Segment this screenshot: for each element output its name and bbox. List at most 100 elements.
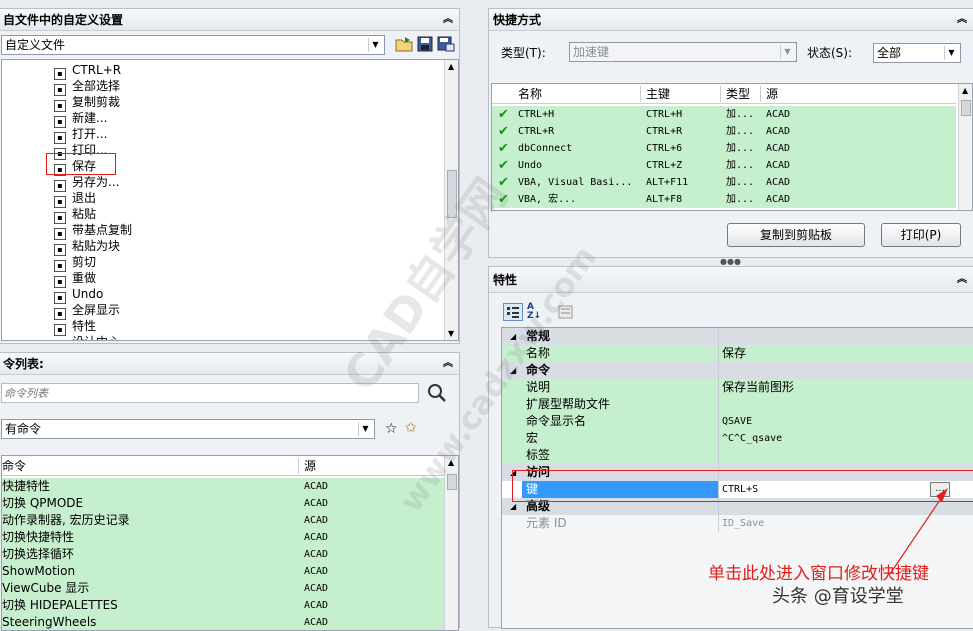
find-command-icon[interactable]: ☆ (385, 421, 403, 437)
scroll-thumb[interactable] (447, 474, 457, 490)
scroll-up-icon[interactable]: ▲ (962, 86, 968, 95)
command-source: ACAD (304, 498, 329, 509)
new-command-icon[interactable]: ✩ (405, 419, 423, 437)
tree-item[interactable]: ▪ 剪切 (54, 254, 96, 272)
command-filter-combo[interactable]: 有命令 ▼ (1, 419, 375, 439)
scroll-thumb[interactable] (961, 100, 971, 116)
state-combo[interactable]: 全部 ▼ (873, 43, 961, 63)
prop-description-label: 说明 (526, 380, 551, 394)
vertical-splitter[interactable] (462, 0, 488, 624)
type-combo-value: 加速键 (573, 45, 610, 59)
search-input[interactable] (2, 384, 418, 402)
prop-extended-help-label: 扩展型帮助文件 (526, 397, 611, 411)
search-field[interactable] (1, 383, 419, 403)
prop-row-description[interactable]: 说明 保存当前图形 (502, 379, 973, 396)
tree-scrollbar[interactable]: ▲ ▼ (444, 60, 458, 340)
tree-item[interactable]: ▪ 设计中心 (54, 334, 120, 340)
tree-item[interactable]: ▪ CTRL+R (54, 62, 121, 80)
shortcut-row[interactable]: ✔ CTRL+H CTRL+H 加... ACAD (492, 106, 956, 123)
col-name-header[interactable]: 名称 (518, 84, 542, 104)
chevron-down-icon[interactable]: ▼ (944, 46, 958, 60)
command-row[interactable]: SteeringWheels ACAD (2, 614, 444, 630)
prop-row-name[interactable]: 名称 保存 (502, 345, 973, 362)
command-table-header: 命令 源 (2, 456, 444, 476)
tree-item[interactable]: ▪ Undo (54, 286, 103, 304)
save-as-icon[interactable] (437, 36, 455, 52)
tree-item[interactable]: ▪ 带基点复制 (54, 222, 132, 240)
col-key-header[interactable]: 主键 (646, 84, 670, 104)
col-source-header[interactable]: 源 (766, 84, 778, 104)
tree-item-label: 全部选择 (72, 79, 121, 93)
shortcut-row[interactable]: ✔ VBA, 宏... ALT+F8 加... ACAD (492, 191, 956, 208)
shortcut-row[interactable]: ✔ Undo CTRL+Z 加... ACAD (492, 157, 956, 174)
tree-item[interactable]: ▪ 全部选择 (54, 78, 121, 96)
shortcuts-scrollbar[interactable]: ▲ (958, 84, 972, 210)
tree-item[interactable]: ▪ 新建... (54, 110, 107, 128)
customizations-title: 自文件中的自定义设置 (0, 9, 459, 31)
tree-item[interactable]: ▪ 退出 (54, 190, 96, 208)
horizontal-splitter[interactable]: ●●● (720, 258, 744, 266)
prop-macro-value: ^C^C_qsave (722, 433, 783, 444)
command-row[interactable]: 切换选择循环 ACAD (2, 546, 444, 563)
scroll-up-icon[interactable]: ▲ (448, 458, 454, 467)
open-file-icon[interactable] (395, 36, 413, 52)
shortcut-row[interactable]: ✔ CTRL+R CTRL+R 加... ACAD (492, 123, 956, 140)
type-combo[interactable]: 加速键 ▼ (569, 42, 797, 62)
check-icon: ✔ (498, 158, 509, 173)
customization-file-combo[interactable]: 自定义文件 ▼ (1, 35, 385, 55)
command-scrollbar[interactable]: ▲ (444, 456, 458, 630)
prop-macro-label: 宏 (526, 431, 539, 445)
prop-row-tags[interactable]: 标签 (502, 447, 973, 464)
annotation-text: 单击此处进入窗口修改快捷键 (708, 564, 929, 584)
scroll-thumb[interactable] (447, 170, 457, 218)
sort-alphabetical-icon[interactable]: A Z↓ (527, 303, 547, 321)
tree-item[interactable]: ▪ 粘贴为块 (54, 238, 120, 256)
tree-item-label: 另存为... (72, 175, 120, 189)
save-file-icon[interactable] (417, 36, 433, 52)
print-button[interactable]: 打印(P) (881, 223, 961, 247)
command-row[interactable]: ShowMotion ACAD (2, 563, 444, 580)
shortcut-row[interactable]: ✔ dbConnect CTRL+6 加... ACAD (492, 140, 956, 157)
tree-item[interactable]: ▪ 另存为... (54, 174, 120, 192)
command-name: ShowMotion (2, 564, 76, 578)
collapse-icon[interactable]: ︽ (443, 13, 453, 27)
prop-row-macro[interactable]: 宏 ^C^C_qsave (502, 430, 973, 447)
prop-row-element-id[interactable]: 元素 ID ID_Save (502, 515, 973, 532)
tree-item[interactable]: ▪ 粘贴 (54, 206, 96, 224)
scroll-down-icon[interactable]: ▼ (448, 329, 454, 338)
expand-icon[interactable]: ◢ (510, 328, 516, 345)
category-general[interactable]: ◢ 常规 (502, 328, 973, 345)
shortcut-row[interactable]: ✔ VBA, Visual Basi... ALT+F11 加... ACAD (492, 174, 956, 191)
col-source-header[interactable]: 源 (304, 456, 316, 476)
command-row[interactable]: ViewCube 显示 ACAD (2, 580, 444, 597)
collapse-icon[interactable]: ︽ (957, 13, 967, 27)
prop-row-command-display[interactable]: 命令显示名 QSAVE (502, 413, 973, 430)
chevron-down-icon[interactable]: ▼ (368, 38, 382, 52)
tree-item[interactable]: ▪ 特性 (54, 318, 96, 336)
command-row[interactable]: 动作录制器, 宏历史记录 ACAD (2, 512, 444, 529)
command-row[interactable]: 快捷特性 ACAD (2, 478, 444, 495)
collapse-icon[interactable]: ︽ (957, 273, 967, 287)
category-command[interactable]: ◢ 命令 (502, 362, 973, 379)
prop-name-value: 保存 (722, 346, 747, 360)
tree-item[interactable]: ▪ 重做 (54, 270, 96, 288)
categorized-view-icon[interactable] (503, 303, 523, 321)
copy-to-clipboard-button[interactable]: 复制到剪贴板 (727, 223, 865, 247)
chevron-down-icon[interactable]: ▼ (358, 422, 372, 436)
tree-item[interactable]: ▪ 复制剪裁 (54, 94, 120, 112)
search-icon[interactable] (427, 383, 447, 403)
col-command-header[interactable]: 命令 (2, 456, 26, 476)
property-pages-icon[interactable] (557, 303, 575, 321)
scroll-up-icon[interactable]: ▲ (448, 62, 454, 71)
prop-command-display-label: 命令显示名 (526, 414, 587, 428)
collapse-icon[interactable]: ︽ (443, 357, 453, 371)
command-row[interactable]: 切换 QPMODE ACAD (2, 495, 444, 512)
tree-item[interactable]: ▪ 全屏显示 (54, 302, 120, 320)
tree-item[interactable]: ▪ 打开... (54, 126, 107, 144)
expand-icon[interactable]: ◢ (510, 362, 516, 379)
command-row[interactable]: 切换快捷特性 ACAD (2, 529, 444, 546)
prop-row-extended-help[interactable]: 扩展型帮助文件 (502, 396, 973, 413)
command-row[interactable]: 切换 HIDEPALETTES ACAD (2, 597, 444, 614)
col-type-header[interactable]: 类型 (726, 84, 750, 104)
chevron-down-icon[interactable]: ▼ (780, 45, 794, 59)
